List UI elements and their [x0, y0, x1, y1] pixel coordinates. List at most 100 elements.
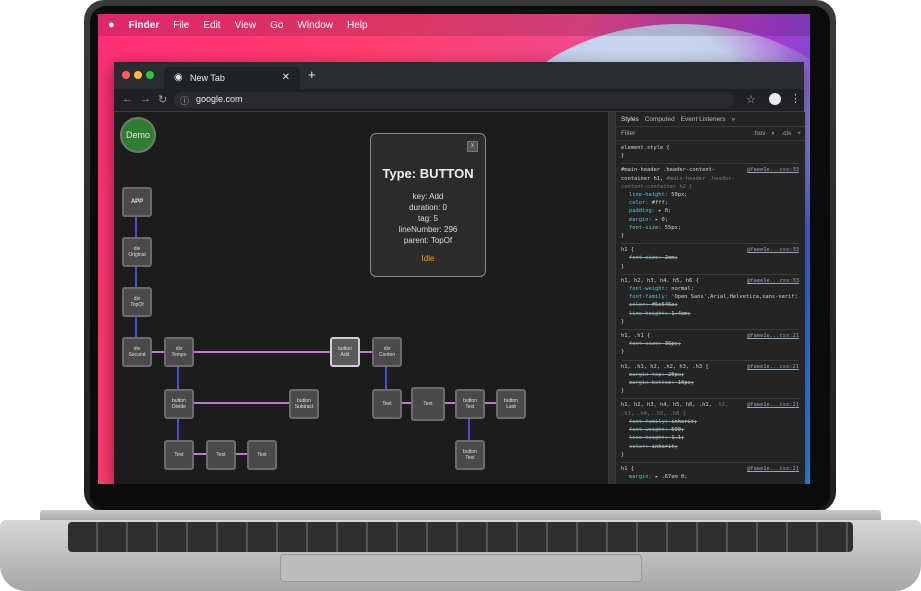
node-button-divide[interactable]: button Divide: [164, 389, 194, 419]
css-rule[interactable]: @faee1e...css:33 h1 {font-size: 2em;}: [621, 244, 799, 275]
node-button-add[interactable]: button Add: [330, 337, 360, 367]
tab-new-tab[interactable]: ◉ New Tab ✕: [164, 67, 300, 89]
new-rule-button[interactable]: +: [797, 130, 801, 137]
menu-help[interactable]: Help: [347, 20, 368, 31]
css-rule[interactable]: @faee1e...css:33 h1, h2, h3, h4, h5, h6 {…: [621, 275, 799, 331]
property-name: font-weight: [629, 286, 665, 293]
css-declaration[interactable]: line-height: 1.4em;: [621, 310, 799, 318]
menu-go[interactable]: Go: [270, 20, 283, 31]
property-value: #5e646a;: [651, 302, 678, 309]
css-rule[interactable]: @faee1e...css:21 h1, .h1, h2, .h2, h3, .h…: [621, 361, 799, 400]
rule-source-link[interactable]: @faee1e...css:21: [747, 465, 799, 473]
devtools-scrollbar[interactable]: [609, 112, 616, 484]
node-text[interactable]: Text: [164, 440, 194, 470]
profile-avatar[interactable]: [769, 93, 781, 105]
demo-button[interactable]: Demo: [120, 117, 156, 153]
css-declaration[interactable]: margin-bottom: 10px;: [621, 379, 799, 387]
close-tab-icon[interactable]: ✕: [282, 72, 290, 83]
rule-source-link[interactable]: @faee1e...css:33: [747, 166, 799, 174]
minimize-window-button[interactable]: [134, 71, 142, 79]
selector-text: h1, h2, h3, h4, h5, h6, .h1,: [621, 402, 712, 409]
node-div-topof[interactable]: div TopOf: [122, 287, 152, 317]
info-icon[interactable]: ⓘ: [180, 94, 189, 107]
tab-styles[interactable]: Styles: [621, 116, 639, 123]
css-declaration[interactable]: font-family: 'Open Sans',Arial,Helvetica…: [621, 293, 799, 301]
css-declaration[interactable]: line-height: 50px;: [621, 191, 799, 199]
menu-finder[interactable]: Finder: [129, 20, 160, 31]
menu-kebab-icon[interactable]: ⋮: [790, 92, 801, 105]
node-div-tempo[interactable]: div Tempo: [164, 337, 194, 367]
apple-icon[interactable]: ●: [108, 19, 115, 31]
css-declaration[interactable]: font-size: 55px;: [621, 224, 799, 232]
rule-selector: h1, h2, h3, h4, h5, h6, .h1, .h2, .h3, .…: [621, 401, 741, 417]
node-app[interactable]: APP: [122, 187, 152, 217]
forward-icon[interactable]: →: [140, 93, 151, 105]
css-declaration[interactable]: padding: ▸ 0;: [621, 207, 799, 215]
tab-event-listeners[interactable]: Event Listeners: [681, 116, 726, 123]
rule-source-link[interactable]: @faee1e...css:21: [747, 363, 799, 371]
css-declaration[interactable]: color: #fff;: [621, 199, 799, 207]
node-div-second[interactable]: div Second: [122, 337, 152, 367]
property-name: color: [629, 443, 646, 450]
reload-icon[interactable]: ↻: [158, 93, 167, 106]
rule-close-brace: }: [621, 388, 625, 395]
css-declaration[interactable]: margin: ▸ 0;: [621, 216, 799, 224]
rule-source-link[interactable]: @faee1e...css:33: [747, 277, 799, 285]
css-rule[interactable]: element.style {}: [621, 142, 799, 165]
filter-input[interactable]: Filter: [621, 130, 635, 137]
css-declaration[interactable]: margin-top: 20px;: [621, 371, 799, 379]
detail-linenumber: lineNumber: 296: [398, 225, 458, 234]
node-div-conten[interactable]: div Conten: [372, 337, 402, 367]
css-declaration[interactable]: color: inherit;: [621, 443, 799, 451]
css-declaration[interactable]: font-size: 36px;: [621, 340, 799, 348]
css-declaration[interactable]: font-weight: 500;: [621, 426, 799, 434]
node-button-subtract[interactable]: button Subtract: [289, 389, 319, 419]
menu-file[interactable]: File: [173, 20, 189, 31]
css-rule[interactable]: @faee1e...css:21 h1, h2, h3, h4, h5, h6, …: [621, 399, 799, 463]
node-button-text[interactable]: button Text: [455, 389, 485, 419]
back-icon[interactable]: ←: [122, 93, 133, 105]
maximize-window-button[interactable]: [146, 71, 154, 79]
close-window-button[interactable]: [122, 71, 130, 79]
bookmark-star-icon[interactable]: ☆: [746, 93, 756, 106]
cls-toggle[interactable]: .cls: [781, 130, 791, 137]
node-text-hovered[interactable]: Text: [411, 387, 445, 421]
rule-selector: element.style {: [621, 144, 799, 152]
color-toggle-icon[interactable]: ◐: [772, 130, 776, 137]
rule-source-link[interactable]: @faee1e...css:21: [747, 401, 799, 409]
css-declaration[interactable]: margin: ▸ .67em 0;: [621, 473, 799, 481]
menu-edit[interactable]: Edit: [203, 20, 220, 31]
property-value: 36px;: [664, 341, 681, 348]
css-rule[interactable]: @faee1e...css:21 h1, .h1 {font-size: 36px…: [621, 330, 799, 361]
css-declaration[interactable]: color: #5e646a;: [621, 301, 799, 309]
rule-source-link[interactable]: @faee1e...css:21: [747, 332, 799, 340]
property-value: ▸ .67em 0;: [654, 474, 688, 481]
globe-icon: ◉: [174, 72, 183, 83]
css-declaration[interactable]: font-family: inherit;: [621, 418, 799, 426]
property-value: inherit;: [671, 418, 698, 425]
node-button-text[interactable]: button Text: [455, 440, 485, 470]
node-div-original[interactable]: div Original: [122, 237, 152, 267]
css-declaration[interactable]: font-weight: normal;: [621, 285, 799, 293]
close-popup-button[interactable]: x: [467, 141, 478, 152]
css-rule[interactable]: @faee1e...css:21 h1 {margin: ▸ .67em 0;: [621, 463, 799, 484]
css-declaration[interactable]: font-size: 2em;: [621, 254, 799, 262]
node-text[interactable]: Text: [206, 440, 236, 470]
node-text[interactable]: Text: [247, 440, 277, 470]
css-rule[interactable]: @faee1e...css:33 #main-header .header-con…: [621, 164, 799, 245]
menu-window[interactable]: Window: [297, 20, 333, 31]
css-declaration[interactable]: line-height: 1.1;: [621, 434, 799, 442]
more-tabs-icon[interactable]: »: [732, 116, 736, 123]
menu-view[interactable]: View: [235, 20, 257, 31]
rule-close-brace: }: [621, 233, 625, 240]
url-field[interactable]: ⓘ google.com: [174, 92, 734, 108]
node-button-last[interactable]: button Last: [496, 389, 526, 419]
rule-source-link[interactable]: @faee1e...css:33: [747, 246, 799, 254]
new-tab-button[interactable]: +: [308, 67, 316, 82]
selector-text: h1, h2, h3, h4, h5, h6 {: [621, 277, 699, 284]
node-text[interactable]: Text: [372, 389, 402, 419]
hov-toggle[interactable]: :hov: [753, 130, 765, 137]
rule-close-brace: }: [621, 153, 625, 160]
tab-computed[interactable]: Computed: [645, 116, 675, 123]
node-label: APP: [130, 199, 144, 205]
